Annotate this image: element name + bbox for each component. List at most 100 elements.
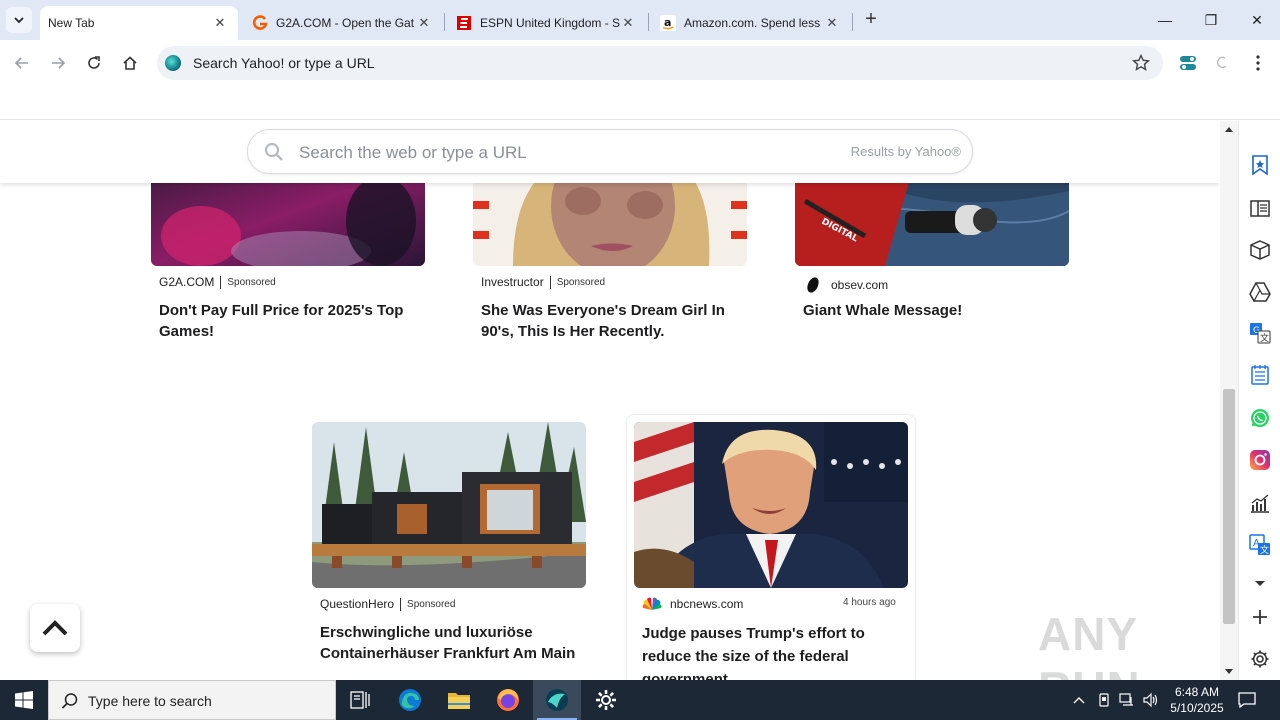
scroll-up-arrow-icon[interactable]	[1224, 125, 1234, 135]
sticky-search-header: Search the web or type a URL Results by …	[0, 121, 1220, 183]
tab-espn[interactable]: ESPN United Kingdom - S ✕	[456, 6, 642, 40]
card-headline[interactable]: Judge pauses Trump's effort to reduce th…	[642, 622, 904, 680]
bookmark-list-icon[interactable]	[1248, 153, 1272, 177]
card-source[interactable]: QuestionHero Sponsored	[320, 597, 455, 611]
scroll-down-arrow-icon[interactable]	[1224, 666, 1234, 676]
restore-icon: ❐	[1204, 11, 1218, 28]
tray-device-button[interactable]	[1093, 680, 1115, 720]
caret-down-icon[interactable]	[1248, 571, 1272, 595]
bookmark-star-icon[interactable]	[1131, 53, 1151, 73]
task-view-button[interactable]	[336, 680, 384, 720]
side-panel: G文 A文	[1238, 121, 1280, 680]
obsev-logo-icon	[807, 277, 819, 293]
address-bar[interactable]: Search Yahoo! or type a URL	[157, 46, 1163, 80]
scroll-to-top-button[interactable]	[30, 604, 80, 652]
firefox-app-button[interactable]	[484, 680, 532, 720]
tab-new-tab[interactable]: New Tab ✕	[40, 6, 238, 40]
usb-device-icon	[1099, 693, 1109, 707]
forward-button[interactable]	[46, 51, 70, 75]
search-icon	[61, 692, 79, 710]
tab-close-icon[interactable]: ✕	[824, 15, 840, 31]
page-search-input[interactable]: Search the web or type a URL Results by …	[247, 129, 973, 174]
yahoo-search-icon	[165, 55, 181, 71]
close-icon: ✕	[1251, 11, 1263, 28]
svg-text:a: a	[664, 16, 671, 29]
new-tab-button[interactable]: +	[860, 8, 882, 30]
home-button[interactable]	[118, 51, 142, 75]
tab-title: New Tab	[48, 16, 95, 30]
tab-close-icon[interactable]: ✕	[212, 15, 228, 31]
add-panel-plus-icon[interactable]	[1248, 605, 1272, 629]
page-search-placeholder: Search the web or type a URL	[299, 143, 527, 162]
tab-g2a[interactable]: G2A.COM - Open the Gat ✕	[252, 6, 438, 40]
package-icon[interactable]	[1248, 238, 1272, 262]
espn-favicon-icon	[456, 15, 472, 31]
source-name: QuestionHero	[320, 597, 395, 611]
nbc-peacock-icon	[642, 597, 662, 610]
publish-time: 4 hours ago	[843, 597, 896, 608]
divider	[549, 275, 551, 289]
folder-icon	[448, 693, 470, 709]
tab-search-button[interactable]	[6, 7, 32, 33]
tab-separator	[648, 13, 649, 31]
minimize-button[interactable]: —	[1142, 0, 1188, 40]
drive-icon[interactable]	[1248, 280, 1272, 304]
whatsapp-icon[interactable]	[1248, 406, 1272, 430]
translate-icon[interactable]: G文	[1248, 321, 1272, 345]
edge-app-button[interactable]	[386, 680, 434, 720]
tray-network-button[interactable]	[1116, 680, 1138, 720]
extension-toggle-icon[interactable]	[1177, 52, 1199, 74]
close-window-button[interactable]: ✕	[1234, 0, 1280, 40]
profile-icon[interactable]	[1211, 52, 1233, 74]
tab-title: G2A.COM - Open the Gat	[276, 16, 415, 30]
network-icon	[1119, 693, 1133, 706]
file-explorer-button[interactable]	[435, 680, 483, 720]
restore-button[interactable]: ❐	[1188, 0, 1234, 40]
tray-overflow-button[interactable]	[1068, 680, 1090, 720]
svg-text:文: 文	[1260, 332, 1269, 344]
notifications-button[interactable]	[1234, 680, 1260, 720]
clock-date: 5/10/2025	[1170, 701, 1224, 715]
page-scrollbar[interactable]	[1220, 121, 1238, 680]
settings-app-button[interactable]	[582, 680, 630, 720]
tray-volume-button[interactable]	[1140, 680, 1162, 720]
back-button[interactable]	[10, 51, 34, 75]
card-source[interactable]: nbcnews.com	[642, 597, 743, 611]
settings-gear-icon	[596, 690, 616, 710]
card-headline[interactable]: Don't Pay Full Price for 2025's Top Game…	[159, 300, 421, 342]
windows-logo-icon	[15, 691, 33, 709]
card-headline[interactable]: She Was Everyone's Dream Girl In 90's, T…	[481, 300, 743, 342]
translate-alt-icon[interactable]: A文	[1248, 533, 1272, 557]
tab-close-icon[interactable]: ✕	[620, 15, 636, 31]
card-source[interactable]: G2A.COM Sponsored	[159, 275, 276, 289]
stats-chart-icon[interactable]	[1248, 491, 1272, 515]
settings-gear-icon[interactable]	[1248, 647, 1272, 671]
tab-title: ESPN United Kingdom - S	[480, 16, 620, 30]
new-tab-page: DIGITAL Search the web or type a URL Res…	[0, 121, 1220, 680]
card-source[interactable]: Investructor Sponsored	[481, 275, 605, 289]
instagram-icon[interactable]	[1248, 448, 1272, 472]
taskbar-clock[interactable]: 6:48 AM 5/10/2025	[1162, 684, 1232, 716]
source-name: obsev.com	[831, 278, 889, 292]
start-button[interactable]	[0, 680, 48, 720]
tab-close-icon[interactable]: ✕	[416, 15, 432, 31]
card-headline[interactable]: Giant Whale Message!	[803, 300, 1065, 321]
reading-list-icon[interactable]	[1248, 196, 1272, 220]
reload-button[interactable]	[82, 51, 106, 75]
menu-kebab-icon[interactable]	[1247, 52, 1269, 74]
chevron-up-icon	[42, 620, 68, 636]
scrollbar-thumb[interactable]	[1223, 389, 1235, 624]
card-source[interactable]: obsev.com	[803, 275, 888, 295]
card-image-nbcnews[interactable]	[634, 422, 908, 588]
tab-title: Amazon.com. Spend less	[684, 16, 821, 30]
g2a-favicon-icon	[252, 15, 268, 31]
tab-separator	[852, 13, 853, 31]
taskbar-search-box[interactable]: Type here to search	[48, 680, 336, 720]
checklist-icon[interactable]	[1248, 363, 1272, 387]
sponsored-label: Sponsored	[556, 276, 606, 288]
card-headline[interactable]: Erschwingliche und luxuriöse Containerhä…	[320, 622, 582, 664]
browser-app-button[interactable]	[533, 680, 581, 720]
card-image-questionhero[interactable]	[312, 422, 586, 588]
tab-amazon[interactable]: a Amazon.com. Spend less ✕	[660, 6, 846, 40]
divider	[220, 275, 222, 289]
